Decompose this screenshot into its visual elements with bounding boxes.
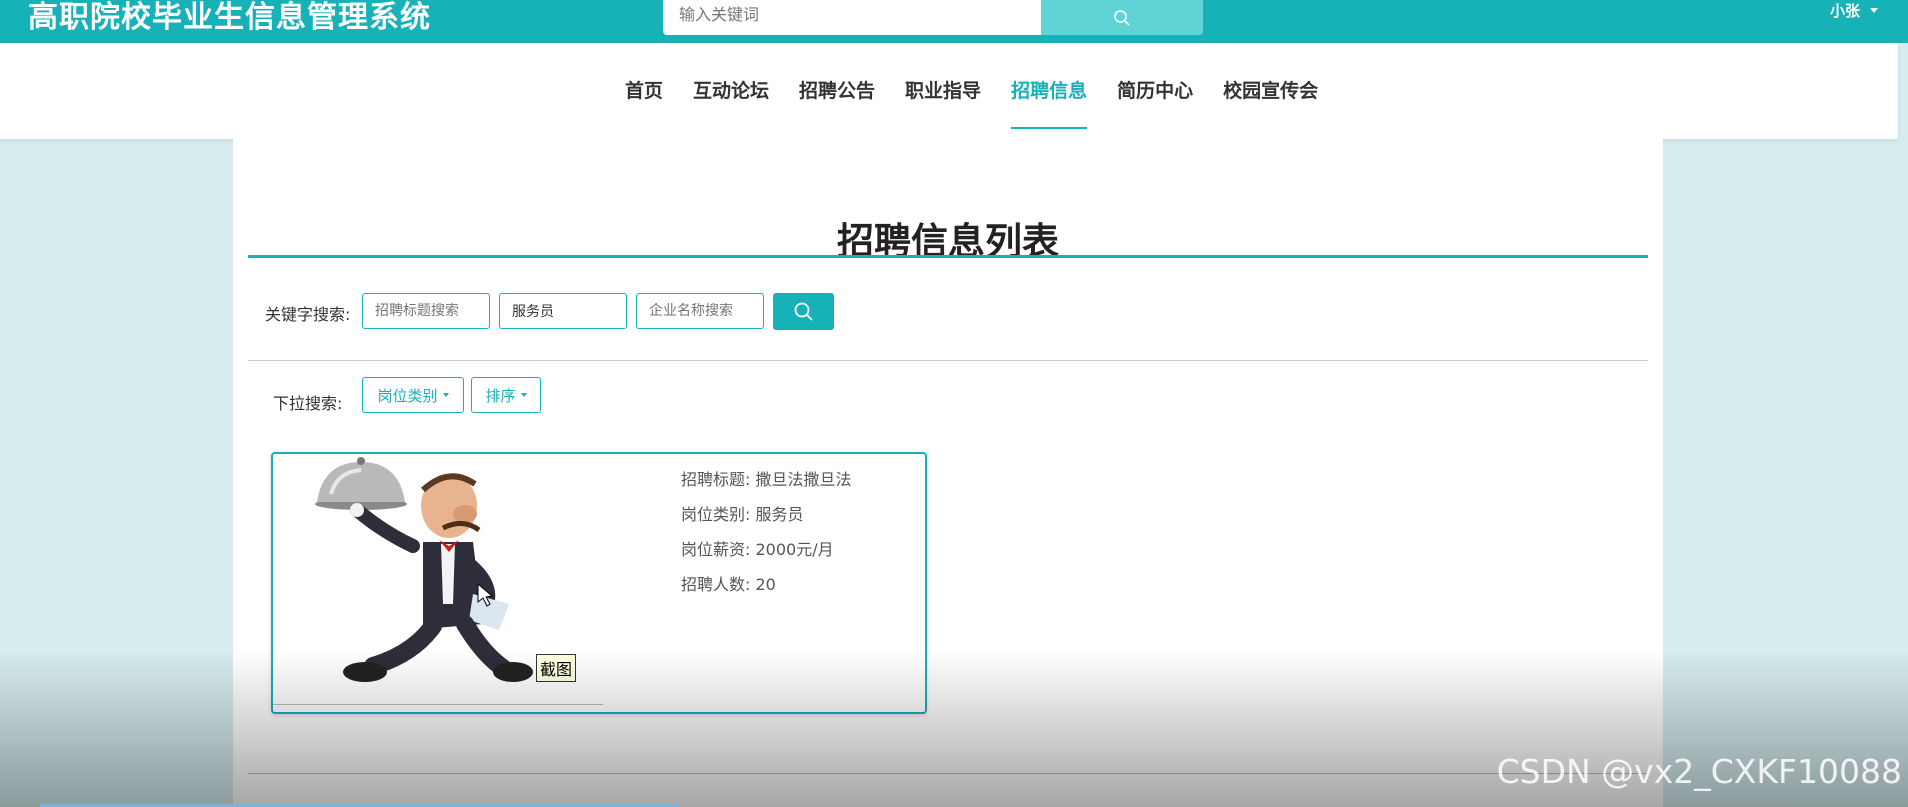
nav-item-announcements[interactable]: 招聘公告	[784, 43, 890, 139]
main-nav: 首页 互动论坛 招聘公告 职业指导 招聘信息 简历中心 校园宣传会	[0, 43, 1898, 139]
bottom-divider	[248, 773, 1648, 774]
job-category-value: 服务员	[755, 505, 804, 524]
job-card[interactable]: 截图 招聘标题: 撒旦法撒旦法 岗位类别: 服务员 岗位薪资: 2000元/月 …	[271, 452, 927, 714]
keyword-search-label: 关键字搜索:	[265, 305, 351, 324]
search-icon	[1114, 9, 1130, 26]
nav-items: 首页 互动论坛 招聘公告 职业指导 招聘信息 简历中心 校园宣传会	[610, 43, 1333, 139]
job-salary-row: 岗位薪资: 2000元/月	[681, 532, 852, 567]
nav-item-recruitment[interactable]: 招聘信息	[996, 43, 1102, 139]
job-title-row: 招聘标题: 撒旦法撒旦法	[681, 462, 852, 497]
category-dropdown-label: 岗位类别	[377, 386, 438, 405]
job-details: 招聘标题: 撒旦法撒旦法 岗位类别: 服务员 岗位薪资: 2000元/月 招聘人…	[681, 462, 852, 602]
header-search-input[interactable]	[677, 0, 1011, 28]
job-count-label: 招聘人数:	[681, 575, 751, 594]
image-divider	[273, 704, 603, 705]
content-panel: 招聘信息列表 关键字搜索: 下拉搜索: 岗位类别 排序	[233, 139, 1663, 807]
search-icon	[794, 302, 813, 321]
job-category-label: 岗位类别:	[681, 505, 751, 524]
nav-item-campus-talk[interactable]: 校园宣传会	[1208, 43, 1333, 139]
nav-item-resume-center[interactable]: 简历中心	[1102, 43, 1208, 139]
chevron-down-icon	[520, 393, 527, 397]
user-name: 小张	[1829, 2, 1860, 20]
nav-item-career-guidance[interactable]: 职业指导	[890, 43, 996, 139]
sort-dropdown[interactable]: 排序	[471, 377, 541, 413]
category-dropdown[interactable]: 岗位类别	[362, 377, 464, 413]
section-divider	[248, 360, 1648, 361]
top-bar: 高职院校毕业生信息管理系统 小张	[0, 0, 1908, 43]
dropdown-search-label: 下拉搜索:	[273, 394, 343, 413]
company-search-input[interactable]	[636, 293, 764, 329]
header-search-button[interactable]	[1041, 0, 1203, 35]
title-search-input[interactable]	[362, 293, 490, 329]
title-divider	[248, 255, 1648, 258]
site-title[interactable]: 高职院校毕业生信息管理系统	[28, 0, 431, 36]
job-title-value: 撒旦法撒旦法	[755, 470, 852, 489]
job-salary-label: 岗位薪资:	[681, 540, 751, 559]
header-search-box	[663, 0, 1041, 35]
watermark: CSDN @vx2_CXKF10088	[1496, 752, 1902, 791]
job-count-value: 20	[755, 575, 776, 594]
job-salary-value: 2000元/月	[755, 540, 834, 559]
nav-item-home[interactable]: 首页	[610, 43, 678, 139]
user-menu[interactable]: 小张	[1830, 0, 1878, 21]
keyword-search-button[interactable]	[773, 293, 834, 330]
category-search-input[interactable]	[499, 293, 627, 329]
nav-item-forum[interactable]: 互动论坛	[678, 43, 784, 139]
sort-dropdown-label: 排序	[485, 386, 516, 405]
screenshot-tooltip: 截图	[536, 654, 577, 682]
chevron-down-icon	[1870, 8, 1878, 13]
job-category-row: 岗位类别: 服务员	[681, 497, 852, 532]
job-title-label: 招聘标题:	[681, 470, 751, 489]
job-count-row: 招聘人数: 20	[681, 567, 852, 602]
chevron-down-icon	[442, 393, 449, 397]
